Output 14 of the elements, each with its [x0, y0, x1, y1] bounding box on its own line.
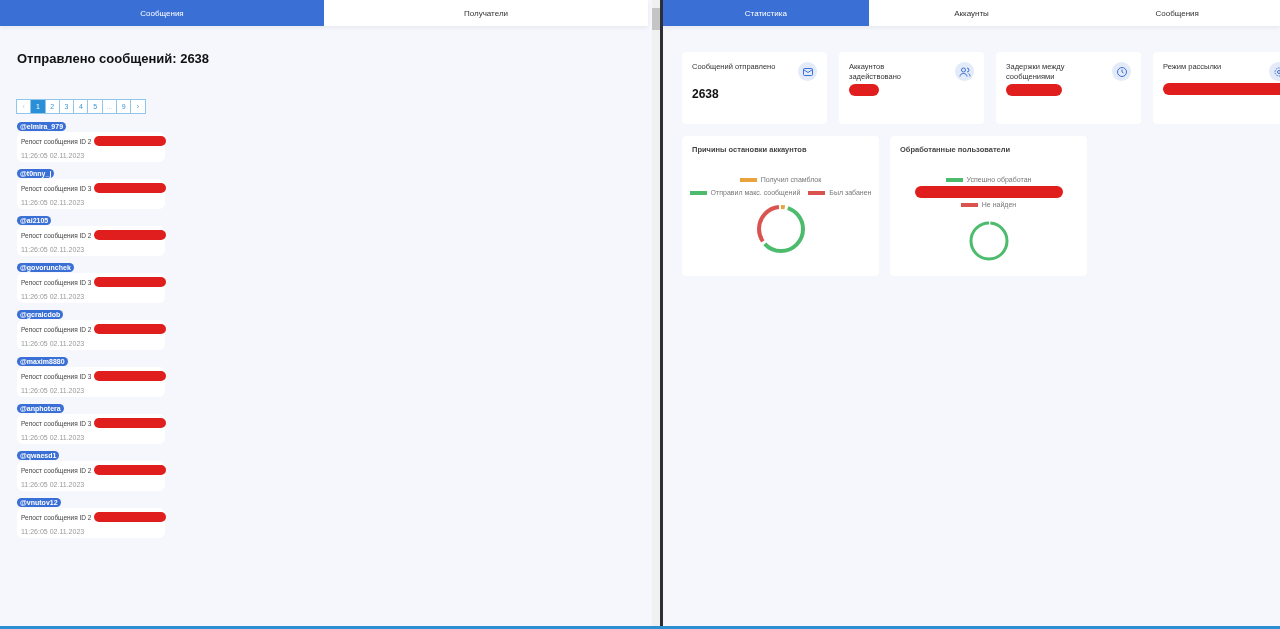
tab[interactable]: Аккаунты: [868, 0, 1075, 26]
clock-icon: [1112, 62, 1131, 81]
users-icon: [955, 62, 974, 81]
tab[interactable]: Сообщения: [1074, 0, 1280, 26]
tab[interactable]: Статистика: [663, 0, 869, 26]
tab[interactable]: Сообщения: [0, 0, 324, 26]
mail-icon: [798, 62, 817, 81]
redaction-mark: [849, 83, 879, 96]
scrollbar[interactable]: [652, 0, 660, 626]
stat-value: 2638: [692, 87, 720, 101]
tab[interactable]: Получатели: [324, 0, 648, 26]
sent-count-title: Отправлено сообщений: 2638: [17, 51, 211, 66]
donut-chart-drawing: [754, 203, 807, 255]
redaction-mark: [1006, 83, 1062, 96]
